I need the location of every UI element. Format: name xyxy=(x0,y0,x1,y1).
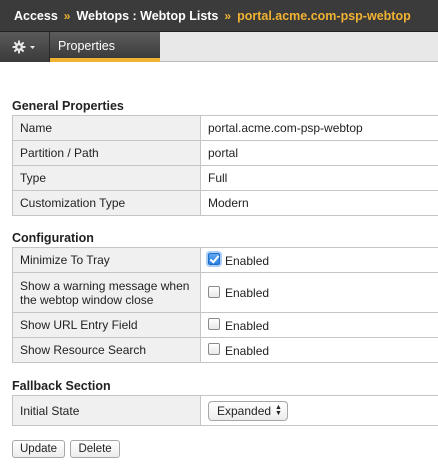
select-arrows-icon: ▲ ▼ xyxy=(275,403,282,417)
update-button[interactable]: Update xyxy=(12,440,66,458)
general-properties-table: Name portal.acme.com-psp-webtop Partitio… xyxy=(12,115,438,216)
breadcrumb-webtop-lists[interactable]: Webtops : Webtop Lists xyxy=(76,9,218,23)
tab-bar: Properties xyxy=(0,32,438,62)
table-row: Minimize To Tray Enabled xyxy=(12,247,438,273)
breadcrumb-access[interactable]: Access xyxy=(14,9,58,23)
breadcrumb-separator: » xyxy=(63,8,71,23)
row-value: Modern xyxy=(200,190,438,216)
table-row: Customization Type Modern xyxy=(12,190,438,216)
table-row: Show Resource Search Enabled xyxy=(12,337,438,363)
show-url-entry-checkbox[interactable] xyxy=(208,318,220,331)
row-value: Full xyxy=(200,165,438,191)
delete-button[interactable]: Delete xyxy=(70,440,120,458)
row-label: Initial State xyxy=(12,395,201,426)
fallback-table: Initial State Expanded ▲ ▼ xyxy=(12,395,438,426)
minimize-to-tray-checkbox[interactable] xyxy=(208,253,220,266)
row-value: portal xyxy=(200,140,438,166)
tab-label: Properties xyxy=(58,39,115,53)
tab-properties[interactable]: Properties xyxy=(50,32,160,62)
checkbox-label: Enabled xyxy=(225,343,270,358)
table-row: Initial State Expanded ▲ ▼ xyxy=(12,395,438,426)
checkbox-label: Enabled xyxy=(225,253,270,268)
row-label: Partition / Path xyxy=(12,140,201,166)
select-value: Expanded xyxy=(217,403,272,418)
row-label: Type xyxy=(12,165,201,191)
row-label: Minimize To Tray xyxy=(12,247,201,273)
row-label: Name xyxy=(12,115,201,141)
section-title-fallback: Fallback Section xyxy=(12,379,111,393)
section-title-configuration: Configuration xyxy=(12,231,94,245)
chevron-down-icon xyxy=(29,46,35,49)
checkbox-label: Enabled xyxy=(225,318,270,333)
table-row: Partition / Path portal xyxy=(12,140,438,166)
section-title-general: General Properties xyxy=(12,99,124,113)
breadcrumb: Access » Webtops : Webtop Lists » portal… xyxy=(0,0,438,32)
row-label: Show Resource Search xyxy=(12,337,201,363)
breadcrumb-separator: » xyxy=(224,8,232,23)
row-label: Show URL Entry Field xyxy=(12,312,201,338)
row-label: Customization Type xyxy=(12,190,201,216)
table-row: Show a warning message when the webtop w… xyxy=(12,272,438,313)
initial-state-select[interactable]: Expanded ▲ ▼ xyxy=(208,400,288,421)
gear-menu-button[interactable] xyxy=(0,32,50,62)
table-row: Name portal.acme.com-psp-webtop xyxy=(12,115,438,141)
row-value: portal.acme.com-psp-webtop xyxy=(200,115,438,141)
configuration-table: Minimize To Tray Enabled Show a warning … xyxy=(12,247,438,363)
gear-icon xyxy=(12,40,35,54)
action-buttons: Update Delete xyxy=(12,440,438,458)
row-label: Show a warning message when the webtop w… xyxy=(12,272,201,313)
show-resource-search-checkbox[interactable] xyxy=(208,343,220,356)
show-warning-checkbox[interactable] xyxy=(208,285,220,298)
table-row: Show URL Entry Field Enabled xyxy=(12,312,438,338)
table-row: Type Full xyxy=(12,165,438,191)
checkbox-label: Enabled xyxy=(225,285,270,300)
breadcrumb-current: portal.acme.com-psp-webtop xyxy=(237,8,411,23)
